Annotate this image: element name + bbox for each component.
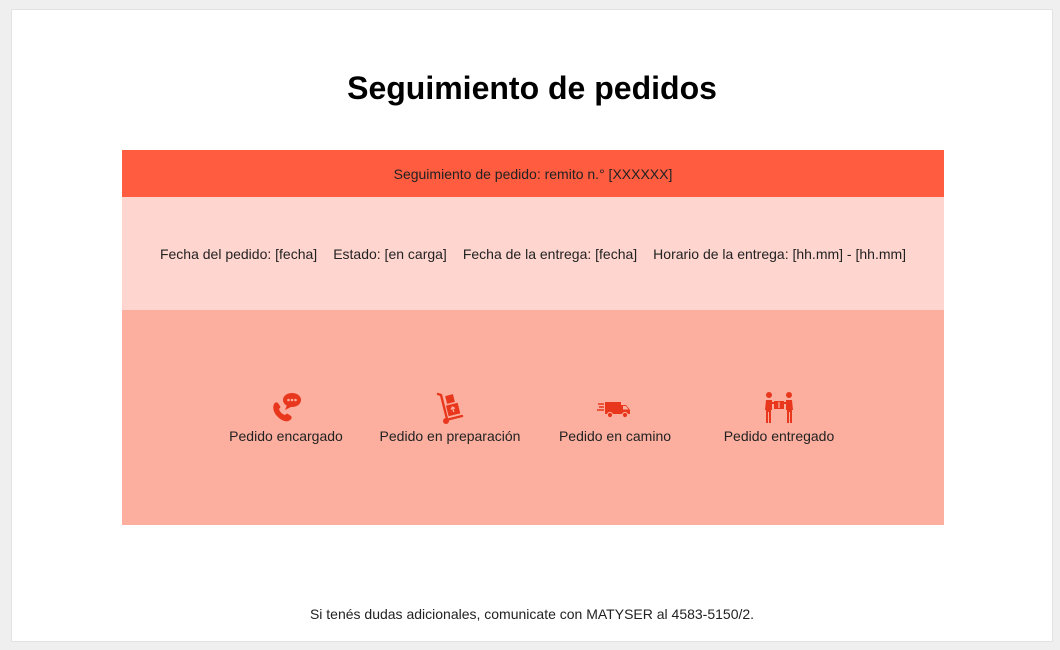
- order-steps-band: Pedido encargado Pedido en preparación P…: [122, 310, 944, 525]
- step-preparing: Pedido en preparación: [360, 390, 540, 444]
- step-label: Pedido encargado: [229, 428, 343, 444]
- page-title: Seguimiento de pedidos: [347, 70, 717, 106]
- hand-truck-icon: [436, 392, 464, 424]
- order-status: Estado: [en carga]: [333, 245, 447, 262]
- delivery-truck-icon: [597, 402, 630, 419]
- tracking-panel: Seguimiento de pedido: remito n.° [XXXXX…: [122, 150, 944, 525]
- step-label: Pedido en preparación: [379, 428, 521, 444]
- remito-label: Seguimiento de pedido: remito n.° [XXXXX…: [393, 165, 673, 182]
- handover-icon: [765, 392, 793, 423]
- contact-footer: Si tenés dudas adicionales, comunicate c…: [309, 606, 755, 622]
- remito-header: Seguimiento de pedido: remito n.° [XXXXX…: [122, 150, 944, 197]
- phone-chat-icon: [273, 393, 301, 422]
- step-label: Pedido entregado: [723, 428, 835, 444]
- order-tracking-card: Seguimiento de pedidos Seguimiento de pe…: [11, 9, 1053, 642]
- step-on-the-way: Pedido en camino: [525, 390, 705, 444]
- step-label: Pedido en camino: [558, 428, 672, 444]
- order-info-band: Fecha del pedido: [fecha] Estado: [en ca…: [122, 197, 944, 310]
- step-ordered: Pedido encargado: [196, 390, 376, 444]
- delivery-date: Fecha de la entrega: [fecha]: [462, 245, 638, 262]
- delivery-time: Horario de la entrega: [hh.mm] - [hh.mm]: [653, 245, 907, 262]
- order-date: Fecha del pedido: [fecha]: [159, 245, 318, 262]
- step-delivered: Pedido entregado: [689, 390, 869, 444]
